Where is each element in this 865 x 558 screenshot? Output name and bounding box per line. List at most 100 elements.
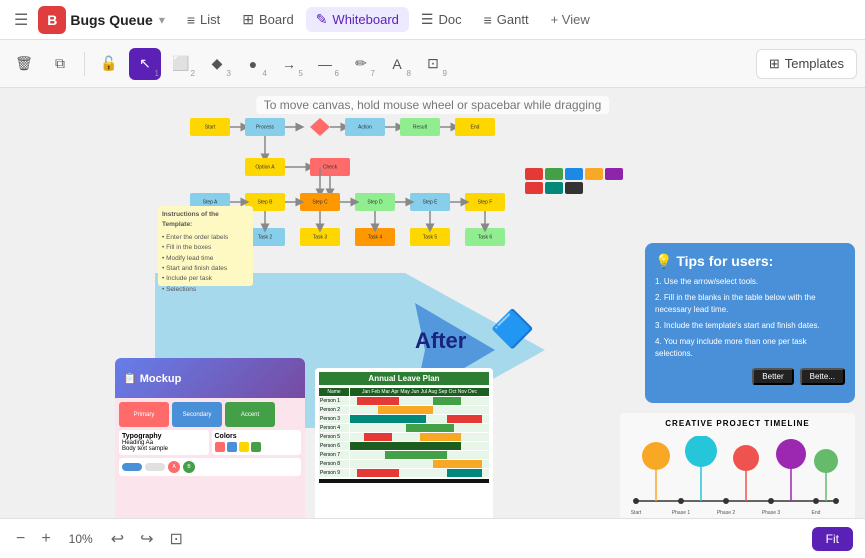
tab-list[interactable]: ≡ List	[177, 8, 230, 32]
al-header-name: Name	[319, 388, 349, 396]
nav-toggle-btn[interactable]: ☰	[8, 6, 34, 34]
svg-text:End: End	[471, 124, 480, 130]
tab-whiteboard[interactable]: ✎ Whiteboard	[306, 7, 409, 32]
line-icon: —	[318, 56, 332, 72]
bs-body: Primary Secondary Accent Typography Head…	[115, 398, 305, 528]
pen-tool-btn[interactable]: ✏ 7	[345, 48, 377, 80]
undo-btn[interactable]: ↩	[107, 527, 128, 551]
svg-text:Step C: Step C	[312, 199, 328, 205]
svg-text:Phase 3: Phase 3	[762, 510, 781, 516]
zoom-level: 10%	[63, 532, 99, 546]
tab-gantt-label: Gantt	[497, 12, 529, 27]
svg-text:Task 5: Task 5	[423, 234, 438, 240]
circle-tool-btn[interactable]: ● 4	[237, 48, 269, 80]
tab-doc[interactable]: ☰ Doc	[411, 7, 472, 32]
list-tab-icon: ≡	[187, 12, 195, 28]
toolbar-separator-1	[84, 52, 85, 76]
delete-btn[interactable]: 🗑	[8, 48, 40, 80]
circle-badge: 4	[263, 70, 267, 78]
svg-text:Process: Process	[256, 124, 275, 130]
svg-text:Check: Check	[323, 164, 338, 170]
cursor-icon: ↖	[139, 55, 151, 72]
bs-components: A B	[119, 458, 301, 476]
arrow-tool-btn[interactable]: → 5	[273, 48, 305, 80]
bs-logo: 📋 Mockup	[123, 372, 181, 385]
lock-btn[interactable]: 🔓	[93, 48, 125, 80]
add-view-label: + View	[551, 12, 590, 27]
templates-label: Templates	[785, 56, 844, 71]
svg-text:Phase 1: Phase 1	[672, 510, 691, 516]
bottombar: − + 10% ↩ ↪ ⊡ Fit	[0, 518, 865, 558]
instructions-sticky[interactable]: Instructions of the Template: • Enter th…	[158, 206, 253, 286]
svg-text:Task 4: Task 4	[368, 234, 383, 240]
arrow-badge: 5	[299, 70, 303, 78]
al-row-5: Person 5	[319, 433, 489, 441]
add-view-btn[interactable]: + View	[543, 8, 598, 31]
bs-card-1: Primary	[119, 402, 169, 427]
doc-tab-icon: ☰	[421, 11, 434, 28]
svg-text:Task 2: Task 2	[258, 234, 273, 240]
frame-badge: 2	[191, 70, 195, 78]
image-tool-btn[interactable]: ⊡ 9	[417, 48, 449, 80]
tips-btn-1[interactable]: Better	[752, 368, 793, 385]
tips-point-4: 4. You may include more than one per tas…	[655, 336, 845, 360]
line-tool-btn[interactable]: — 6	[309, 48, 341, 80]
action-tools: 🗑 ⧉	[8, 48, 76, 80]
al-row-1: Person 1	[319, 397, 489, 405]
cursor-tool-btn[interactable]: ↖ 1	[129, 48, 161, 80]
project-chevron[interactable]: ▾	[159, 13, 165, 27]
topbar: ☰ B Bugs Queue ▾ ≡ List ⊞ Board ✎ Whiteb…	[0, 0, 865, 40]
tab-gantt[interactable]: ≡ Gantt	[474, 8, 539, 32]
tips-btn-2[interactable]: Bette...	[800, 368, 845, 385]
circle-icon: ●	[249, 56, 257, 72]
al-header-months: Jan Feb Mar Apr May Jun Jul Aug Sep Oct …	[350, 388, 489, 396]
text-tool-btn[interactable]: A 8	[381, 48, 413, 80]
arrow-icon: →	[282, 56, 296, 72]
lock-icon: 🔓	[100, 55, 117, 72]
svg-text:Task 3: Task 3	[313, 234, 328, 240]
instructions-title: Instructions of the Template:	[162, 210, 249, 231]
svg-text:Option A: Option A	[255, 164, 275, 170]
al-row-3: Person 3	[319, 415, 489, 423]
whiteboard-tab-icon: ✎	[316, 11, 328, 28]
tab-list-label: List	[200, 12, 220, 27]
zoom-out-btn[interactable]: −	[12, 528, 29, 550]
tab-board[interactable]: ⊞ Board	[232, 7, 303, 32]
al-row-2: Person 2	[319, 406, 489, 414]
instructions-body: • Enter the order labels• Fill in the bo…	[162, 233, 249, 295]
text-badge: 8	[407, 70, 411, 78]
project-icon: B	[38, 6, 66, 34]
svg-text:Task 6: Task 6	[478, 234, 493, 240]
svg-text:Step D: Step D	[367, 199, 383, 205]
svg-text:Start: Start	[205, 124, 216, 130]
duplicate-btn[interactable]: ⧉	[44, 48, 76, 80]
creative-timeline-svg: Start Phase 1 Phase 2 Phase 3 End	[626, 436, 846, 526]
annual-leave-title: Annual Leave Plan	[319, 372, 489, 385]
tips-title: 💡 Tips for users:	[655, 253, 845, 270]
canvas-area[interactable]: To move canvas, hold mouse wheel or spac…	[0, 88, 865, 558]
clickup-icon: 🔷	[490, 308, 535, 350]
svg-text:Phase 2: Phase 2	[717, 510, 736, 516]
pen-badge: 7	[371, 70, 375, 78]
templates-btn[interactable]: ⊞ Templates	[756, 49, 857, 79]
tab-whiteboard-label: Whiteboard	[332, 12, 398, 27]
frame-tool-btn[interactable]: ⬜ 2	[165, 48, 197, 80]
trash-icon: 🗑	[15, 55, 33, 72]
brand-showcase: 📋 Mockup Primary Secondary Accent Typogr…	[115, 358, 305, 528]
tips-point-3: 3. Include the template's start and fini…	[655, 320, 845, 332]
creative-timeline-title: CREATIVE PROJECT TIMELINE	[626, 419, 849, 428]
svg-text:Start: Start	[631, 510, 642, 516]
fit-btn[interactable]: Fit	[812, 527, 853, 551]
shape-icon: ◆	[212, 55, 223, 72]
bs-card-3: Accent	[225, 402, 275, 427]
svg-text:Step F: Step F	[478, 199, 493, 205]
shape-tool-btn[interactable]: ◆ 3	[201, 48, 233, 80]
board-tab-icon: ⊞	[242, 11, 254, 28]
tips-buttons: Better Bette...	[655, 368, 845, 385]
redo-btn[interactable]: ↪	[136, 527, 157, 551]
al-row-6: Person 6	[319, 442, 489, 450]
svg-text:Step E: Step E	[422, 199, 438, 205]
svg-text:Step B: Step B	[257, 199, 273, 205]
fit-icon-btn[interactable]: ⊡	[166, 527, 187, 551]
zoom-in-btn[interactable]: +	[37, 528, 54, 550]
